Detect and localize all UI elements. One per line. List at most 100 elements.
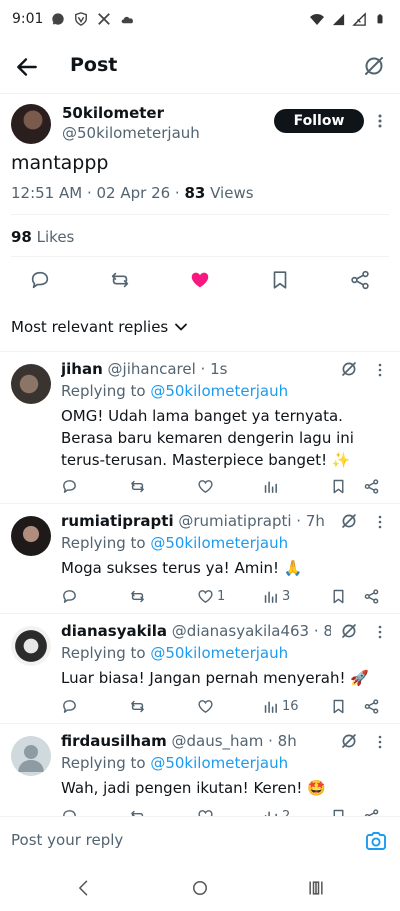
reply-button[interactable] xyxy=(61,806,78,816)
like-button[interactable] xyxy=(197,806,217,816)
reply-author-handle[interactable]: @dianasyakila463 xyxy=(172,622,309,640)
reply-input[interactable] xyxy=(11,831,341,849)
replying-to-link[interactable]: @50kilometerjauh xyxy=(150,534,288,552)
reply-author-handle[interactable]: @jihancarel xyxy=(108,360,196,378)
more-options-button[interactable] xyxy=(372,112,388,130)
reply-author-handle[interactable]: @rumiatiprapti xyxy=(178,512,291,530)
reply-icon xyxy=(63,479,76,493)
reply-author-handle[interactable]: @daus_ham xyxy=(171,732,263,750)
reply-item[interactable]: dianasyakila @dianasyakila463 · 8h Reply… xyxy=(0,613,400,723)
page-title: Post xyxy=(70,54,118,76)
author-name[interactable]: 50kilometer xyxy=(62,104,164,122)
repost-button[interactable] xyxy=(129,806,146,816)
repost-icon xyxy=(131,700,144,712)
views-button[interactable]: 2 xyxy=(262,806,290,816)
bookmark-icon xyxy=(333,589,344,603)
more-options-button[interactable] xyxy=(374,362,386,378)
views-button[interactable]: 16 xyxy=(262,696,299,716)
reply-author-name[interactable]: firdausilham xyxy=(61,732,167,750)
grok-button[interactable] xyxy=(340,622,358,640)
replying-to-link[interactable]: @50kilometerjauh xyxy=(150,644,288,662)
grok-button[interactable] xyxy=(362,54,388,80)
reply-author-name[interactable]: jihan xyxy=(61,360,103,378)
reply-header: jihan @jihancarel · 1s xyxy=(61,360,331,378)
bookmark-icon xyxy=(333,699,344,713)
bookmark-button[interactable] xyxy=(330,696,347,716)
like-button[interactable] xyxy=(197,696,217,716)
share-button[interactable] xyxy=(348,268,372,292)
camera-button[interactable] xyxy=(364,829,388,853)
more-vertical-icon xyxy=(378,625,382,639)
grok-icon xyxy=(342,624,356,638)
like-button[interactable] xyxy=(188,268,212,292)
like-count: 1 xyxy=(217,588,226,604)
system-nav-bar xyxy=(0,866,400,911)
signal-icon xyxy=(330,11,346,27)
share-button[interactable] xyxy=(363,476,380,496)
repost-button[interactable] xyxy=(108,268,132,292)
wifi-icon xyxy=(309,11,325,27)
follow-button[interactable]: Follow xyxy=(274,109,364,133)
more-options-button[interactable] xyxy=(374,734,386,750)
share-button[interactable] xyxy=(363,806,380,816)
likes-summary[interactable]: 98 Likes xyxy=(11,228,74,246)
replying-to: Replying to @50kilometerjauh xyxy=(61,534,288,552)
like-button[interactable] xyxy=(197,476,217,496)
sort-replies-dropdown[interactable]: Most relevant replies xyxy=(11,318,188,336)
nav-back-button[interactable] xyxy=(72,876,96,900)
repost-button[interactable] xyxy=(129,586,146,606)
share-button[interactable] xyxy=(363,696,380,716)
views-button[interactable] xyxy=(262,476,282,496)
reply-author-name[interactable]: rumiatiprapti xyxy=(61,512,174,530)
avatar[interactable] xyxy=(11,364,51,404)
avatar[interactable] xyxy=(11,516,51,556)
avatar[interactable] xyxy=(11,736,51,776)
reply-button[interactable] xyxy=(28,268,52,292)
divider xyxy=(11,256,389,257)
chevron-down-icon xyxy=(175,323,188,331)
reply-time: · 8h xyxy=(263,732,297,750)
bookmark-button[interactable] xyxy=(330,586,347,606)
divider xyxy=(11,214,389,215)
like-button[interactable]: 1 xyxy=(197,586,225,606)
bookmark-button[interactable] xyxy=(330,806,347,816)
bookmark-button[interactable] xyxy=(268,268,292,292)
reply-button[interactable] xyxy=(61,476,78,496)
grok-button[interactable] xyxy=(340,360,358,378)
status-time: 9:01 xyxy=(12,11,44,27)
reply-button[interactable] xyxy=(61,696,78,716)
more-options-button[interactable] xyxy=(374,624,386,640)
author-handle[interactable]: @50kilometerjauh xyxy=(62,124,200,142)
share-button[interactable] xyxy=(363,586,380,606)
heart-filled-icon xyxy=(191,272,209,288)
repost-button[interactable] xyxy=(129,696,146,716)
nav-recents-button[interactable] xyxy=(304,876,328,900)
app-header: Post xyxy=(0,40,400,94)
reply-actions xyxy=(0,476,400,496)
share-icon xyxy=(351,270,369,290)
back-button[interactable] xyxy=(14,54,40,80)
reply-item[interactable]: rumiatiprapti @rumiatiprapti · 7h Replyi… xyxy=(0,503,400,613)
chevron-left-icon xyxy=(79,880,88,896)
replying-prefix: Replying to xyxy=(61,644,151,662)
avatar[interactable] xyxy=(11,626,51,666)
reply-time: · 8h xyxy=(313,622,331,640)
grok-button[interactable] xyxy=(340,512,358,530)
repost-button[interactable] xyxy=(129,476,146,496)
more-options-button[interactable] xyxy=(374,514,386,530)
replying-to-link[interactable]: @50kilometerjauh xyxy=(150,382,288,400)
views-button[interactable]: 3 xyxy=(262,586,290,606)
bookmark-icon xyxy=(273,271,287,289)
heart-icon xyxy=(198,589,213,603)
reply-item[interactable]: jihan @jihancarel · 1s Replying to @50ki… xyxy=(0,351,400,503)
grok-icon xyxy=(342,514,356,528)
nav-home-button[interactable] xyxy=(188,876,212,900)
avatar[interactable] xyxy=(11,104,51,144)
reply-button[interactable] xyxy=(61,586,78,606)
replying-to-link[interactable]: @50kilometerjauh xyxy=(150,754,288,772)
reply-author-name[interactable]: dianasyakila xyxy=(61,622,167,640)
grok-icon xyxy=(342,362,356,376)
bookmark-button[interactable] xyxy=(330,476,347,496)
reply-item[interactable]: firdausilham @daus_ham · 8h Replying to … xyxy=(0,723,400,816)
grok-button[interactable] xyxy=(340,732,358,750)
